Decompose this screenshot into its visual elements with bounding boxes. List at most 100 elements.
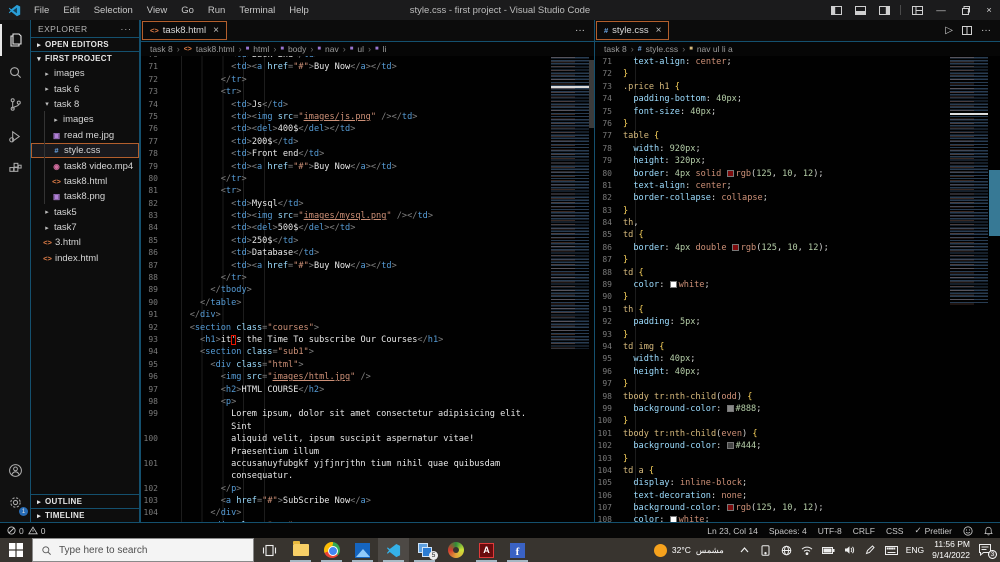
code-line-83[interactable]: 83} <box>595 205 829 217</box>
code-line-76[interactable]: 76 <td><del>400$</del></td> <box>141 123 526 135</box>
breadcrumb-item[interactable]: nav <box>325 44 339 54</box>
tree-item-read-me-jpg[interactable]: ▣ read me.jpg <box>31 128 139 143</box>
code-line-88[interactable]: 88 td { <box>595 267 829 279</box>
chrome-icon[interactable] <box>316 538 347 562</box>
tree-item-task8-png[interactable]: ▣ task8.png <box>31 189 139 204</box>
tab-task8-html[interactable]: <> task8.html × <box>142 21 227 40</box>
breadcrumb-item[interactable]: body <box>288 44 306 54</box>
code-line-90[interactable]: 90 </table> <box>141 297 526 309</box>
toggle-secondary-sidebar-icon[interactable] <box>873 0 895 20</box>
code-line-78[interactable]: 78 width: 920px; <box>595 143 829 155</box>
tree-item-index-html[interactable]: <> index.html <box>31 251 139 266</box>
code-line-89[interactable]: 89 color: white; <box>595 279 829 291</box>
show-hidden-icons-chevron[interactable] <box>738 547 751 553</box>
code-line-92[interactable]: 92 padding: 5px; <box>595 316 829 328</box>
encoding[interactable]: UTF-8 <box>818 526 842 536</box>
code-line-85[interactable]: 85 <td>250$</td> <box>141 235 526 247</box>
code-line-101[interactable]: 101 tbody tr:nth-child(even) { <box>595 428 829 440</box>
breadcrumb-item[interactable]: style.css <box>646 44 679 54</box>
code-line-82[interactable]: 82 <td>Mysql</td> <box>141 198 526 210</box>
tree-item-images[interactable]: ▸ images <box>31 112 139 127</box>
notification-center-icon[interactable]: 3 <box>978 543 997 559</box>
explorer-icon[interactable] <box>0 24 30 56</box>
code-line-105[interactable]: 105 <div class="css"> <box>141 520 526 522</box>
code-line-86[interactable]: 86 <td>Database</td> <box>141 247 526 259</box>
code-line-99[interactable]: 99 background-color: #888; <box>595 403 829 415</box>
eol-sequence[interactable]: CRLF <box>853 526 875 536</box>
menu-go[interactable]: Go <box>174 5 201 16</box>
outline-section[interactable]: ▸ OUTLINE <box>31 494 139 508</box>
code-line-95[interactable]: 95 width: 40px; <box>595 353 829 365</box>
code-editor-style-css[interactable]: 71 text-align: center; 72} 73 .price h1 {74… <box>595 56 1000 522</box>
breadcrumb-item[interactable]: li <box>383 44 387 54</box>
pen-icon[interactable] <box>864 545 877 555</box>
battery-icon[interactable] <box>821 546 835 554</box>
maximize-button[interactable] <box>954 0 976 20</box>
code-line-73[interactable]: 73 .price h1 { <box>595 81 829 93</box>
tree-item-task8-html[interactable]: <> task8.html <box>31 174 139 189</box>
menu-edit[interactable]: Edit <box>56 5 86 16</box>
code-line-103[interactable]: 103 <a href="#">SubScribe Now</a> <box>141 495 526 507</box>
formatter-status[interactable]: ✓ Prettier <box>914 525 952 536</box>
tree-item-task-8[interactable]: ▾ task 8 <box>31 97 139 112</box>
search-icon[interactable] <box>0 56 30 88</box>
menu-view[interactable]: View <box>140 5 174 16</box>
sidebar-more-actions-icon[interactable]: ··· <box>121 24 133 34</box>
code-line-79[interactable]: 79 <td><a href="#">Buy Now</a></td> <box>141 161 526 173</box>
code-line-77[interactable]: 77 table { <box>595 130 829 142</box>
code-line-71[interactable]: 71 text-align: center; <box>595 56 829 68</box>
breadcrumb-item[interactable]: task8.html <box>196 44 235 54</box>
code-line-72[interactable]: 72} <box>595 68 829 80</box>
code-line-102[interactable]: 102 </p> <box>141 483 526 495</box>
code-line-77[interactable]: 77 <td>200$</td> <box>141 136 526 148</box>
file-explorer-icon[interactable] <box>285 538 316 562</box>
code-line-83[interactable]: 83 <td><img src="images/mysql.png" /></t… <box>141 210 526 222</box>
search-box[interactable]: Type here to search <box>32 538 254 562</box>
code-line-80[interactable]: 80 border: 4px solid rgb(125, 10, 12); <box>595 168 829 180</box>
split-editor-icon[interactable] <box>962 26 972 35</box>
tree-item-3-html[interactable]: <> 3.html <box>31 235 139 250</box>
code-line-86[interactable]: 86 border: 4px double rgb(125, 10, 12); <box>595 242 828 254</box>
code-line-74[interactable]: 74 padding-bottom: 40px; <box>595 93 829 105</box>
code-line-93[interactable]: 93} <box>595 329 829 341</box>
volume-icon[interactable] <box>843 545 856 555</box>
code-line-90[interactable]: 90} <box>595 291 829 303</box>
code-line-81[interactable]: 81 <tr> <box>141 185 526 197</box>
close-icon[interactable]: × <box>213 25 219 36</box>
device-icon[interactable] <box>759 544 772 556</box>
more-actions-icon[interactable]: ··· <box>575 25 585 36</box>
code-line-81[interactable]: 81 text-align: center; <box>595 180 829 192</box>
start-button[interactable] <box>0 538 32 562</box>
minimap[interactable] <box>950 57 988 305</box>
code-line-74[interactable]: 74 <td>Js</td> <box>141 99 526 111</box>
code-line-78[interactable]: 78 <td>Front end</td> <box>141 148 526 160</box>
open-editors-section[interactable]: ▸ OPEN EDITORS <box>31 37 139 51</box>
menu-run[interactable]: Run <box>201 5 232 16</box>
code-line-91[interactable]: 91 </div> <box>141 309 526 321</box>
breadcrumb-item[interactable]: task 8 <box>150 44 173 54</box>
settings-gear-icon[interactable]: 1 <box>0 486 30 518</box>
code-line-wrap[interactable]: Sint <box>141 421 526 433</box>
clock[interactable]: 11:56 PM 9/14/2022 <box>932 539 970 560</box>
extensions-icon[interactable] <box>0 152 30 184</box>
code-line-wrap[interactable]: Praesentium illum <box>141 446 526 458</box>
notifications-bell-icon[interactable] <box>984 526 993 536</box>
code-line-85[interactable]: 85 td { <box>595 229 829 241</box>
breadcrumb-item[interactable]: ul <box>357 44 364 54</box>
problems-warnings[interactable]: 0 <box>27 526 45 536</box>
code-line-80[interactable]: 80 </tr> <box>141 173 526 185</box>
code-editor-task8-html[interactable]: 70 <td>Back End</td>71 <td><a href="#">B… <box>141 56 594 522</box>
tree-item-task-6[interactable]: ▸ task 6 <box>31 81 139 96</box>
toggle-panel-icon[interactable] <box>849 0 871 20</box>
code-line-84[interactable]: 84 <td><del>500$</del></td> <box>141 222 526 234</box>
problems-errors[interactable]: 0 <box>7 526 24 536</box>
code-line-71[interactable]: 71 <td><a href="#">Buy Now</a></td> <box>141 61 526 73</box>
code-line-97[interactable]: 97 <h2>HTML COURSE</h2> <box>141 384 526 396</box>
menu-selection[interactable]: Selection <box>87 5 140 16</box>
code-line-100[interactable]: 100 aliquid velit, ipsum suscipit aspern… <box>141 433 526 445</box>
code-line-105[interactable]: 105 display: inline-block; <box>595 477 829 489</box>
code-line-97[interactable]: 97} <box>595 378 829 390</box>
vscode-taskbar-icon[interactable] <box>378 538 409 562</box>
minimap[interactable] <box>551 57 589 349</box>
menu-help[interactable]: Help <box>282 5 316 16</box>
